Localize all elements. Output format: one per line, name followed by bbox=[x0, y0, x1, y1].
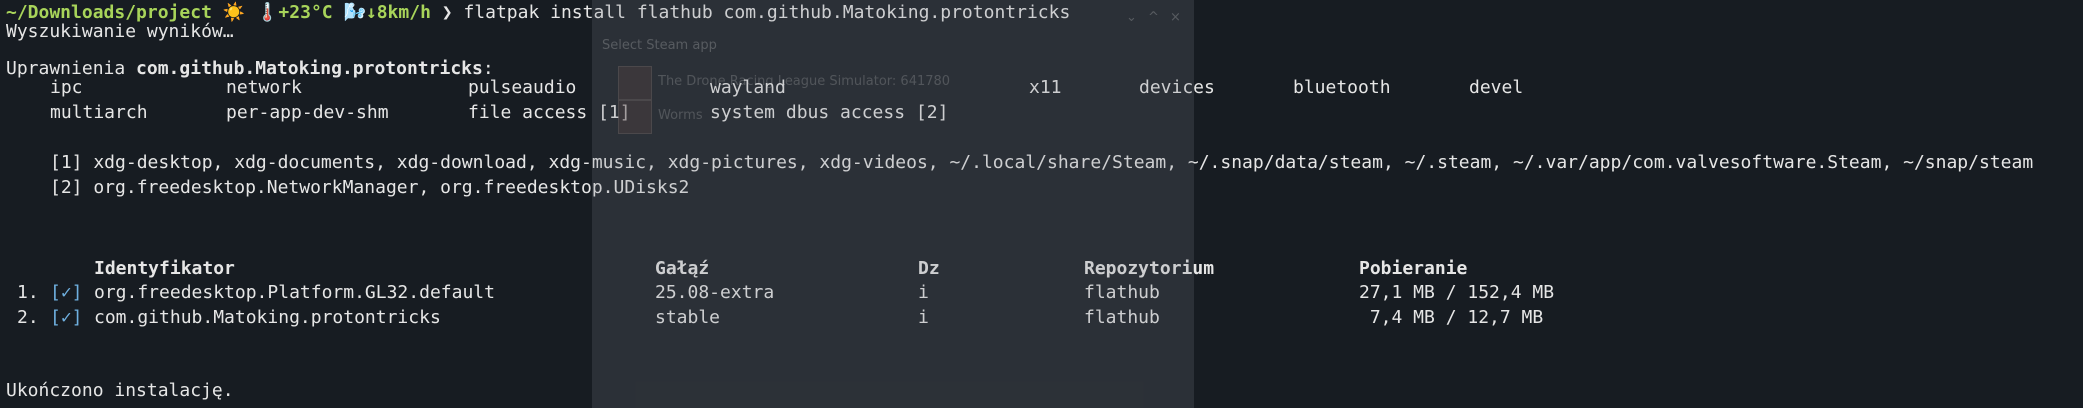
permissions-app-id: com.github.Matoking.protontricks bbox=[136, 58, 483, 79]
perm-devel: devel bbox=[1469, 77, 1524, 98]
row-repository: flathub bbox=[1084, 307, 1160, 328]
header-branch: Gałąź bbox=[655, 258, 710, 279]
footnote-file-access: [1] xdg-desktop, xdg-documents, xdg-down… bbox=[50, 152, 2034, 173]
searching-text: Wyszukiwanie wyników… bbox=[6, 21, 234, 42]
footnote-dbus: [2] org.freedesktop.NetworkManager, org.… bbox=[50, 177, 690, 198]
perm-wayland: wayland bbox=[710, 77, 786, 98]
perm-file-access: file access [1] bbox=[468, 102, 631, 123]
terminal-window[interactable]: ~/Downloads/project ☀️ 🌡️+23°C 🌬️↓8km/h … bbox=[0, 0, 2083, 408]
row-branch: stable bbox=[655, 307, 721, 328]
header-identifier: Identyfikator bbox=[94, 258, 235, 279]
install-complete-text: Ukończono instalację. bbox=[6, 380, 234, 401]
header-op: Dz bbox=[918, 258, 940, 279]
perm-pulseaudio: pulseaudio bbox=[468, 77, 577, 98]
perm-multiarch: multiarch bbox=[50, 102, 148, 123]
header-repository: Repozytorium bbox=[1084, 258, 1215, 279]
command-text: flatpak install flathub com.github.Matok… bbox=[463, 2, 1071, 23]
row-number: 1. bbox=[17, 282, 39, 303]
perm-ipc: ipc bbox=[50, 77, 83, 98]
checkmark-icon: [✓] bbox=[50, 282, 83, 303]
prompt-arrow-icon: ❯ bbox=[441, 2, 453, 23]
perm-bluetooth: bluetooth bbox=[1293, 77, 1391, 98]
row-download: 7,4 MB / 12,7 MB bbox=[1359, 307, 1544, 328]
row-number: 2. bbox=[17, 307, 39, 328]
row-repository: flathub bbox=[1084, 282, 1160, 303]
perm-x11: x11 bbox=[1029, 77, 1062, 98]
perm-network: network bbox=[226, 77, 302, 98]
header-download: Pobieranie bbox=[1359, 258, 1468, 279]
temperature: 🌡️+23°C bbox=[256, 2, 333, 23]
checkmark-icon: [✓] bbox=[50, 307, 83, 328]
perm-per-app-dev-shm: per-app-dev-shm bbox=[226, 102, 389, 123]
row-op: i bbox=[918, 307, 929, 328]
wind-speed: 🌬️↓8km/h bbox=[343, 2, 431, 23]
row-branch: 25.08-extra bbox=[655, 282, 775, 303]
row-identifier: org.freedesktop.Platform.GL32.default bbox=[94, 282, 495, 303]
perm-devices: devices bbox=[1139, 77, 1215, 98]
row-op: i bbox=[918, 282, 929, 303]
perm-system-dbus: system dbus access [2] bbox=[710, 102, 949, 123]
row-download: 27,1 MB / 152,4 MB bbox=[1359, 282, 1555, 303]
row-identifier: com.github.Matoking.protontricks bbox=[94, 307, 441, 328]
